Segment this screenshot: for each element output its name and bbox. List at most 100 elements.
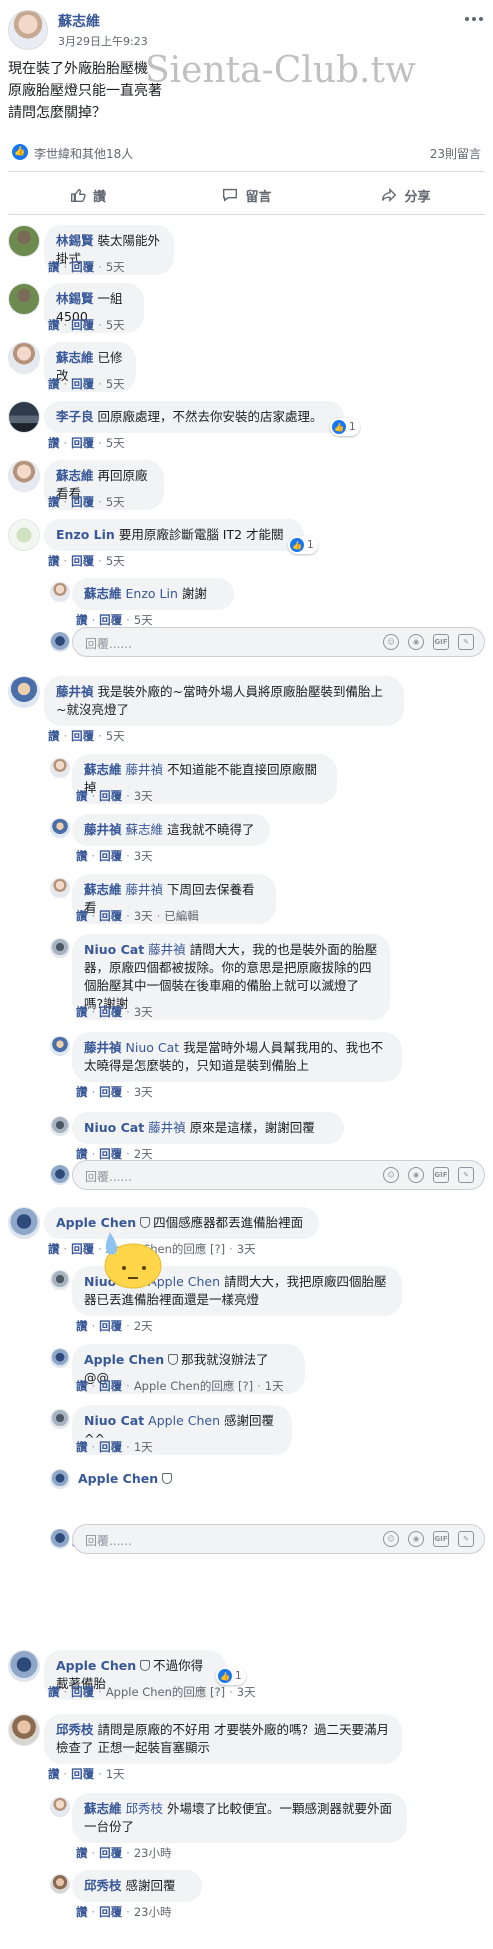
comment-time[interactable]: 5天	[106, 260, 125, 274]
comment-time[interactable]: 3天	[134, 849, 153, 863]
gif-icon[interactable]: GIF	[433, 634, 449, 650]
mentioned-user[interactable]: 藤井禎	[126, 762, 164, 777]
comment-author-name[interactable]: 蘇志維	[56, 350, 94, 365]
commenter-avatar[interactable]	[50, 938, 70, 958]
emoji-icon[interactable]: ☺	[383, 1167, 399, 1183]
sticker-icon[interactable]: ✎	[458, 1531, 474, 1547]
comment-author-name[interactable]: Apple Chen	[78, 1471, 158, 1486]
commenter-avatar[interactable]	[50, 1270, 70, 1290]
comment-like-link[interactable]: 讚	[48, 260, 60, 274]
comment-like-link[interactable]: 讚	[76, 1005, 88, 1019]
reactions-summary[interactable]: 李世緯和其他18人	[34, 145, 133, 162]
comment-reactions[interactable]: 👍 1	[288, 536, 318, 554]
comment-author-name[interactable]: Niuo Cat	[84, 1413, 144, 1428]
comment-author-name[interactable]: 蘇志維	[84, 586, 122, 601]
comment-reply-link[interactable]: 回覆	[99, 1147, 122, 1161]
commenter-avatar[interactable]	[8, 1207, 40, 1239]
comment-reply-link[interactable]: 回覆	[99, 1319, 122, 1333]
comment-time[interactable]: 3天	[134, 1005, 153, 1019]
comment-like-link[interactable]: 讚	[48, 318, 60, 332]
comment-author-name[interactable]: 蘇志維	[84, 1801, 122, 1816]
comment-reply-link[interactable]: 回覆	[71, 495, 94, 509]
comment-like-link[interactable]: 讚	[48, 1685, 60, 1699]
commenter-avatar[interactable]	[8, 1650, 40, 1682]
emoji-icon[interactable]: ☺	[383, 634, 399, 650]
mentioned-user[interactable]: 藤井禎	[126, 882, 164, 897]
gif-icon[interactable]: GIF	[433, 1531, 449, 1547]
comment-reply-link[interactable]: 回覆	[71, 436, 94, 450]
comment-reply-link[interactable]: 回覆	[71, 1242, 94, 1256]
commenter-avatar[interactable]	[50, 1797, 70, 1817]
mentioned-user[interactable]: 藤井禎	[148, 942, 186, 957]
share-button[interactable]: 分享	[326, 177, 485, 213]
commenter-avatar[interactable]	[50, 1116, 70, 1136]
author-avatar[interactable]	[8, 10, 48, 50]
commenter-avatar[interactable]	[8, 519, 40, 551]
comment-like-link[interactable]: 讚	[76, 613, 88, 627]
reply-input[interactable]: 回覆...... ☺ ◉ GIF ✎	[72, 1524, 485, 1554]
comment-time[interactable]: 1天	[265, 1379, 284, 1393]
comment-time[interactable]: 1天	[106, 1767, 125, 1781]
comment-like-link[interactable]: 讚	[76, 1319, 88, 1333]
comment-like-link[interactable]: 讚	[48, 1767, 60, 1781]
comment-reply-link[interactable]: 回覆	[99, 1085, 122, 1099]
camera-icon[interactable]: ◉	[408, 1531, 424, 1547]
sticker-icon[interactable]: ✎	[458, 634, 474, 650]
comment-like-link[interactable]: 讚	[76, 1905, 88, 1919]
comment-like-link[interactable]: 讚	[76, 909, 88, 923]
commenter-avatar[interactable]	[8, 225, 40, 257]
commenter-avatar[interactable]	[8, 1714, 40, 1746]
comment-reply-link[interactable]: 回覆	[71, 1767, 94, 1781]
commenter-avatar[interactable]	[50, 1874, 70, 1894]
commenter-avatar[interactable]	[50, 1409, 70, 1429]
comment-time[interactable]: 5天	[106, 495, 125, 509]
comment-reply-link[interactable]: 回覆	[71, 260, 94, 274]
post-author[interactable]: 蘇志維	[58, 11, 100, 31]
comment-time[interactable]: 3天	[237, 1242, 256, 1256]
comment-like-link[interactable]: 讚	[48, 436, 60, 450]
comments-count[interactable]: 23則留言	[430, 145, 481, 162]
mentioned-user[interactable]: Enzo Lin	[126, 586, 178, 601]
mentioned-user[interactable]: Niuo Cat	[126, 1040, 180, 1055]
comment-author-name[interactable]: Apple Chen	[56, 1658, 136, 1673]
comment-author-name[interactable]: Niuo Cat	[84, 1120, 144, 1135]
commenter-avatar[interactable]	[50, 1348, 70, 1368]
comment-like-link[interactable]: 讚	[76, 1440, 88, 1454]
mentioned-user[interactable]: 邱秀枝	[126, 1801, 164, 1816]
comment-time[interactable]: 5天	[106, 554, 125, 568]
comment-like-link[interactable]: 讚	[48, 495, 60, 509]
reply-of-label[interactable]: Apple Chen的回應 [?]	[134, 1379, 253, 1393]
comment-time[interactable]: 2天	[134, 1319, 153, 1333]
comment-reply-link[interactable]: 回覆	[71, 1685, 94, 1699]
comment-like-link[interactable]: 讚	[76, 789, 88, 803]
comment-reply-link[interactable]: 回覆	[99, 1379, 122, 1393]
like-button[interactable]: 讚	[8, 177, 167, 213]
comment-reply-link[interactable]: 回覆	[99, 1846, 122, 1860]
comment-time[interactable]: 23小時	[134, 1905, 172, 1919]
commenter-avatar[interactable]	[8, 342, 40, 374]
commenter-avatar[interactable]	[50, 582, 70, 602]
commenter-avatar[interactable]	[8, 676, 40, 708]
comment-time[interactable]: 5天	[106, 318, 125, 332]
comment-like-link[interactable]: 讚	[76, 1085, 88, 1099]
comment-author[interactable]: Apple Chen	[78, 1471, 175, 1486]
commenter-avatar[interactable]	[50, 878, 70, 898]
mentioned-user[interactable]: 藤井禎	[148, 1120, 186, 1135]
comment-author-name[interactable]: 邱秀枝	[56, 1722, 94, 1737]
comment-time[interactable]: 5天	[106, 377, 125, 391]
commenter-avatar[interactable]	[50, 818, 70, 838]
comment-reply-link[interactable]: 回覆	[99, 789, 122, 803]
comment-like-link[interactable]: 讚	[76, 1379, 88, 1393]
comment-reply-link[interactable]: 回覆	[99, 849, 122, 863]
comment-author-name[interactable]: 藤井禎	[84, 1040, 122, 1055]
comment-like-link[interactable]: 讚	[48, 729, 60, 743]
comment-time[interactable]: 2天	[134, 1147, 153, 1161]
sticker-icon[interactable]: ✎	[458, 1167, 474, 1183]
comment-like-link[interactable]: 讚	[76, 1846, 88, 1860]
comment-time[interactable]: 3天	[134, 1085, 153, 1099]
comment-button[interactable]: 留言	[167, 177, 326, 213]
comment-author-name[interactable]: 邱秀枝	[84, 1878, 122, 1893]
comment-author-name[interactable]: 蘇志維	[84, 882, 122, 897]
comment-time[interactable]: 1天	[134, 1440, 153, 1454]
reply-of-label[interactable]: Apple Chen的回應 [?]	[106, 1685, 225, 1699]
